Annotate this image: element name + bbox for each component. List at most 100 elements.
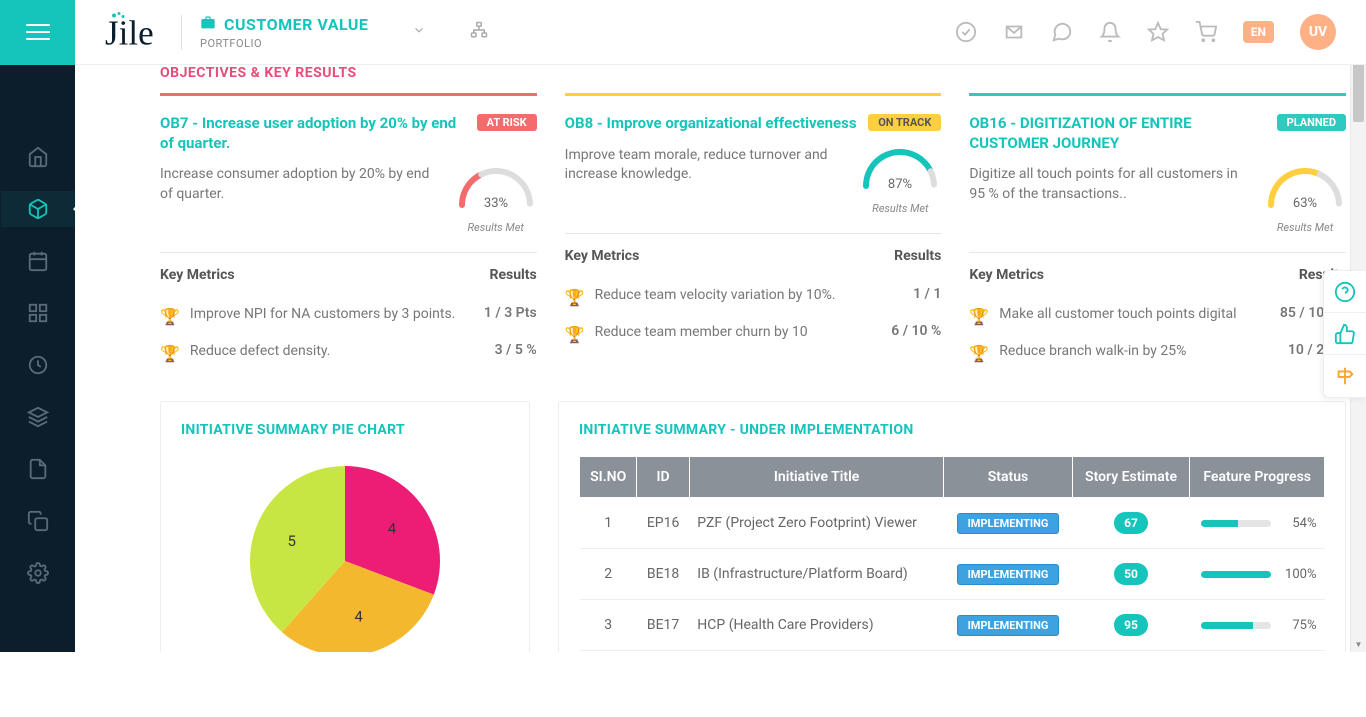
menu-toggle-button[interactable] xyxy=(0,0,75,65)
metrics-header-label: Key Metrics xyxy=(969,267,1044,283)
metric-text: Reduce team velocity variation by 10%. xyxy=(595,286,903,306)
pie-slice-label: 4 xyxy=(354,607,363,625)
cell-id: EP16 xyxy=(637,498,689,549)
cell-title: HCP (Health Care Providers) xyxy=(689,600,944,651)
metric-result: 3 / 5 % xyxy=(495,342,537,358)
bell-icon[interactable] xyxy=(1099,21,1121,43)
sidebar-calendar-icon[interactable] xyxy=(26,249,50,273)
okr-card[interactable]: OB8 - Improve organizational effectivene… xyxy=(565,93,942,371)
cart-icon[interactable] xyxy=(1195,21,1217,43)
sidebar-home-icon[interactable] xyxy=(26,145,50,169)
okr-card[interactable]: OB16 - DIGITIZATION OF ENTIRE CUSTOMER J… xyxy=(969,93,1346,371)
progress-label: 75% xyxy=(1281,618,1317,633)
sidebar-layers-icon[interactable] xyxy=(26,405,50,429)
table-row[interactable]: 1 EP16 PZF (Project Zero Footprint) View… xyxy=(580,498,1325,549)
table-panel: INITIATIVE SUMMARY - UNDER IMPLEMENTATIO… xyxy=(558,401,1346,652)
okr-description: Improve team morale, reduce turnover and… xyxy=(565,146,848,185)
cell-estimate: 50 xyxy=(1072,549,1190,600)
metric-result: 6 / 10 % xyxy=(891,323,941,339)
table-header: Feature Progress xyxy=(1190,457,1325,498)
breadcrumb-title: CUSTOMER VALUE xyxy=(224,15,368,34)
trophy-icon: 🏆 xyxy=(565,288,585,307)
hierarchy-icon[interactable] xyxy=(470,21,488,43)
table-row[interactable]: 2 BE18 IB (Infrastructure/Platform Board… xyxy=(580,549,1325,600)
mail-icon[interactable] xyxy=(1003,21,1025,43)
results-header-label: Results xyxy=(489,267,536,283)
cell-status: IMPLEMENTING xyxy=(944,600,1072,651)
sidebar-refresh-icon[interactable] xyxy=(26,353,50,377)
cell-sno: 3 xyxy=(580,600,637,651)
sidebar-copy-icon[interactable] xyxy=(26,509,50,533)
thumbs-up-icon[interactable] xyxy=(1324,313,1366,355)
svg-text:63%: 63% xyxy=(1293,196,1317,211)
metric-result: 1 / 1 xyxy=(913,286,941,302)
pie-slice-label: 5 xyxy=(287,532,295,550)
progress-bar xyxy=(1201,571,1271,578)
gauge: 33%Results Met xyxy=(455,165,537,234)
pie-slice-label: 4 xyxy=(388,520,397,538)
panel-title: INITIATIVE SUMMARY PIE CHART xyxy=(181,422,509,438)
sidebar-file-icon[interactable] xyxy=(26,457,50,481)
status-pill: IMPLEMENTING xyxy=(957,615,1060,636)
svg-text:87%: 87% xyxy=(888,177,912,192)
section-title: OBJECTIVES & KEY RESULTS xyxy=(160,65,1346,81)
cell-title: IB (Infrastructure/Platform Board) xyxy=(689,549,944,600)
table-header: ID xyxy=(637,457,689,498)
trophy-icon: 🏆 xyxy=(969,344,989,363)
pie-chart-panel: INITIATIVE SUMMARY PIE CHART 4 4 5 xyxy=(160,401,530,652)
metric-text: Reduce defect density. xyxy=(190,342,485,362)
signpost-icon[interactable] xyxy=(1324,355,1366,397)
sidebar-package-icon[interactable] xyxy=(26,197,50,221)
gauge: 63% Results Met xyxy=(1264,165,1346,234)
briefcase-icon xyxy=(200,15,216,35)
help-icon[interactable] xyxy=(1324,271,1366,313)
check-circle-icon[interactable] xyxy=(955,21,977,43)
cell-title: PZF (Project Zero Footprint) Viewer xyxy=(689,498,944,549)
main-content: OBJECTIVES & KEY RESULTS OB7 - Increase … xyxy=(75,65,1366,652)
table-header: Status xyxy=(944,457,1072,498)
metric-row: 🏆 Reduce defect density. 3 / 5 % xyxy=(160,334,537,371)
help-rail xyxy=(1323,270,1366,398)
progress-bar xyxy=(1201,520,1271,527)
chevron-down-icon[interactable] xyxy=(412,23,426,41)
app-header: Jile CUSTOMER VALUE PORTFOLIO EN UV xyxy=(0,0,1366,65)
trophy-icon: 🏆 xyxy=(160,344,180,363)
gauge-label: Results Met xyxy=(1264,221,1346,234)
chat-icon[interactable] xyxy=(1051,21,1073,43)
cell-status: IMPLEMENTING xyxy=(944,498,1072,549)
trophy-icon: 🏆 xyxy=(160,307,180,326)
cell-estimate: 95 xyxy=(1072,600,1190,651)
status-pill: IMPLEMENTING xyxy=(957,564,1060,585)
progress-label: 54% xyxy=(1281,516,1317,531)
svg-text:Jile: Jile xyxy=(105,14,154,53)
okr-card[interactable]: OB7 - Increase user adoption by 20% by e… xyxy=(160,93,537,371)
metric-row: 🏆 Reduce team member churn by 10 6 / 10 … xyxy=(565,315,942,352)
gauge-label: Results Met xyxy=(859,202,941,215)
metric-row: 🏆 Make all customer touch points digital… xyxy=(969,297,1346,334)
table-header: SI.NO xyxy=(580,457,637,498)
okr-description: Increase consumer adoption by 20% by end… xyxy=(160,165,443,204)
user-avatar[interactable]: UV xyxy=(1300,14,1336,50)
table-row[interactable]: 3 BE17 HCP (Health Care Providers) IMPLE… xyxy=(580,600,1325,651)
progress-bar xyxy=(1201,622,1271,629)
initiative-table: SI.NOIDInitiative TitleStatusStory Estim… xyxy=(579,456,1325,651)
cell-sno: 1 xyxy=(580,498,637,549)
table-header: Story Estimate xyxy=(1072,457,1190,498)
metric-text: Improve NPI for NA customers by 3 points… xyxy=(190,305,474,325)
cell-estimate: 67 xyxy=(1072,498,1190,549)
breadcrumb[interactable]: CUSTOMER VALUE PORTFOLIO xyxy=(181,15,368,50)
status-badge: ON TRACK xyxy=(868,114,941,131)
metrics-header-label: Key Metrics xyxy=(565,248,640,264)
language-button[interactable]: EN xyxy=(1243,21,1274,43)
okr-cards-row: OB7 - Increase user adoption by 20% by e… xyxy=(160,93,1346,371)
brand-logo[interactable]: Jile xyxy=(105,9,155,55)
progress-label: 100% xyxy=(1281,567,1317,582)
star-icon[interactable] xyxy=(1147,21,1169,43)
metric-result: 1 / 3 Pts xyxy=(484,305,537,321)
cell-status: IMPLEMENTING xyxy=(944,549,1072,600)
sidebar-settings-icon[interactable] xyxy=(26,561,50,585)
sidebar-grid-icon[interactable] xyxy=(26,301,50,325)
cell-id: BE18 xyxy=(637,549,689,600)
trophy-icon: 🏆 xyxy=(565,325,585,344)
gauge: 87% Results Met xyxy=(859,146,941,215)
